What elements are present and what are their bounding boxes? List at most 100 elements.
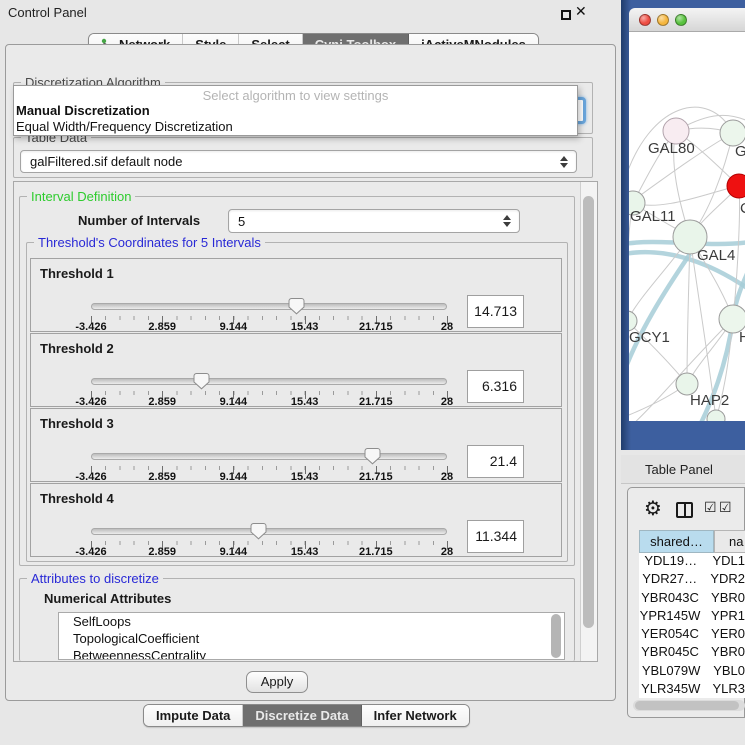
zoom-traffic-light[interactable] — [675, 14, 687, 26]
interval-definition-title: Interval Definition — [27, 189, 135, 204]
column-header-shared-name[interactable]: shared… — [639, 530, 714, 553]
horizontal-scrollbar-thumb[interactable] — [635, 701, 739, 710]
attribute-list-item[interactable]: SelfLoops — [59, 613, 564, 630]
slider-tick-label: 2.859 — [148, 396, 176, 408]
cell-name: YER0 — [701, 626, 745, 644]
slider-minor-ticks — [91, 316, 448, 320]
slider-tick-label: 9.144 — [220, 321, 248, 333]
table-row[interactable]: YER054CYER0 — [639, 626, 745, 644]
slider-tick-label: 21.715 — [359, 396, 393, 408]
network-node[interactable] — [707, 410, 725, 421]
cell-name: YBL0 — [703, 663, 745, 681]
threshold-value-field[interactable]: 6.316 — [467, 370, 524, 403]
network-window-frame: GAL80GACGAL11GAL4GCY1HHAP2 — [621, 0, 745, 450]
num-intervals-combo[interactable]: 5 — [228, 209, 520, 233]
close-icon[interactable]: ✕ — [575, 4, 587, 20]
network-node-label: H — [739, 329, 745, 346]
network-window-titlebar[interactable] — [629, 8, 745, 32]
threshold-slider-track[interactable] — [91, 378, 447, 385]
cell-shared-name: YER054C — [639, 626, 701, 644]
threshold-box-2: Threshold 2-3.4262.8599.14415.4321.71528… — [30, 333, 562, 407]
network-node-label: C — [740, 200, 745, 217]
cell-name: YBR0 — [701, 644, 745, 662]
threshold-box-1: Threshold 1-3.4262.8599.14415.4321.71528… — [30, 258, 562, 332]
slider-tick-label: 15.43 — [291, 546, 319, 558]
table-panel-bar: Table Panel — [621, 455, 745, 484]
combo-arrows-icon — [503, 215, 511, 227]
threshold-slider-track[interactable] — [91, 303, 447, 310]
slider-tick-label: 28 — [441, 471, 453, 483]
table-panel-title: Table Panel — [645, 462, 713, 477]
threshold-slider-thumb[interactable] — [193, 372, 210, 390]
threshold-label: Threshold 3 — [40, 416, 114, 431]
network-edge-thick[interactable] — [629, 254, 690, 372]
num-intervals-label: Number of Intervals — [78, 213, 200, 228]
cell-shared-name: YDR27… — [639, 571, 700, 589]
slider-tick-label: 2.859 — [148, 471, 176, 483]
threshold-slider-track[interactable] — [91, 453, 447, 460]
bottom-tab-label: Impute Data — [156, 708, 230, 723]
horizontal-scrollbar-track[interactable] — [633, 700, 745, 711]
attributes-group-title: Attributes to discretize — [27, 571, 163, 586]
network-node-label: GCY1 — [629, 329, 670, 346]
slider-tick-label: -3.426 — [75, 546, 106, 558]
bottom-tab-label: Discretize Data — [255, 708, 348, 723]
table-row[interactable]: YDR27…YDR2 — [639, 571, 745, 589]
threshold-value-field[interactable]: 14.713 — [467, 295, 524, 328]
network-node-label: GAL4 — [697, 247, 735, 264]
threshold-slider-thumb[interactable] — [250, 522, 267, 540]
bottom-tab-impute-data[interactable]: Impute Data — [144, 705, 243, 726]
column-layout-icon[interactable] — [676, 502, 693, 518]
dropdown-hint: Select algorithm to view settings — [14, 86, 577, 103]
slider-tick-label: 9.144 — [220, 396, 248, 408]
network-node-label: GAL80 — [648, 140, 695, 157]
table-settings-gear-icon[interactable]: ⚙ — [644, 496, 662, 520]
cell-name: YDR2 — [700, 571, 745, 589]
threshold-slider-track[interactable] — [91, 528, 447, 535]
table-row[interactable]: YDL19…YDL1 — [639, 553, 745, 571]
table-row[interactable]: YLR345WYLR3 — [639, 681, 745, 698]
table-body: YDL19…YDL1YDR27…YDR2YBR043CYBR0YPR145WYP… — [639, 553, 745, 698]
checkbox-icon[interactable]: ☑ — [704, 500, 717, 516]
slider-tick-label: 15.43 — [291, 471, 319, 483]
float-window-icon[interactable] — [561, 10, 571, 20]
threshold-value-field[interactable]: 21.4 — [467, 445, 524, 478]
threshold-box-4: Threshold 4-3.4262.8599.14415.4321.71528… — [30, 483, 562, 557]
apply-button[interactable]: Apply — [246, 671, 308, 693]
threshold-label: Threshold 4 — [40, 491, 114, 506]
table-row[interactable]: YBR045CYBR0 — [639, 644, 745, 662]
minimize-traffic-light[interactable] — [657, 14, 669, 26]
table-row[interactable]: YBR043CYBR0 — [639, 590, 745, 608]
network-canvas[interactable]: GAL80GACGAL11GAL4GCY1HHAP2 — [629, 32, 745, 421]
slider-tick-label: 28 — [441, 396, 453, 408]
threshold-slider-thumb[interactable] — [288, 297, 305, 315]
dropdown-item-manual[interactable]: Manual Discretization — [14, 103, 577, 119]
slider-tick-label: 21.715 — [359, 321, 393, 333]
table-header-row: shared… na — [639, 530, 745, 553]
checkbox-icon[interactable]: ☑ — [719, 500, 732, 516]
slider-tick-label: 28 — [441, 321, 453, 333]
slider-minor-ticks — [91, 466, 448, 470]
table-row[interactable]: YPR145WYPR1 — [639, 608, 745, 626]
combo-arrows-icon — [560, 156, 568, 168]
cell-shared-name: YDL19… — [639, 553, 702, 571]
bottom-tab-infer-network[interactable]: Infer Network — [362, 705, 469, 726]
network-graph: GAL80GACGAL11GAL4GCY1HHAP2 — [629, 32, 745, 421]
numerical-attributes-list[interactable]: SelfLoopsTopologicalCoefficientBetweenne… — [58, 612, 565, 660]
attribute-list-item[interactable]: BetweennessCentrality — [59, 647, 564, 660]
attribute-list-item[interactable]: TopologicalCoefficient — [59, 630, 564, 647]
close-traffic-light[interactable] — [639, 14, 651, 26]
bottom-tab-discretize-data[interactable]: Discretize Data — [243, 705, 361, 726]
algorithm-dropdown-popup: Select algorithm to view settings Manual… — [13, 85, 578, 136]
network-node[interactable] — [629, 311, 637, 331]
table-data-combo[interactable]: galFiltered.sif default node — [20, 150, 577, 173]
slider-tick-label: 28 — [441, 546, 453, 558]
attributes-scrollbar-thumb[interactable] — [551, 614, 561, 658]
dropdown-item-equal-width[interactable]: Equal Width/Frequency Discretization — [14, 119, 577, 135]
network-node-label: GA — [735, 143, 745, 160]
column-header-name[interactable]: na — [714, 530, 745, 553]
threshold-slider-thumb[interactable] — [364, 447, 381, 465]
vertical-scrollbar-thumb[interactable] — [583, 196, 594, 628]
threshold-value-field[interactable]: 11.344 — [467, 520, 524, 553]
table-row[interactable]: YBL079WYBL0 — [639, 663, 745, 681]
